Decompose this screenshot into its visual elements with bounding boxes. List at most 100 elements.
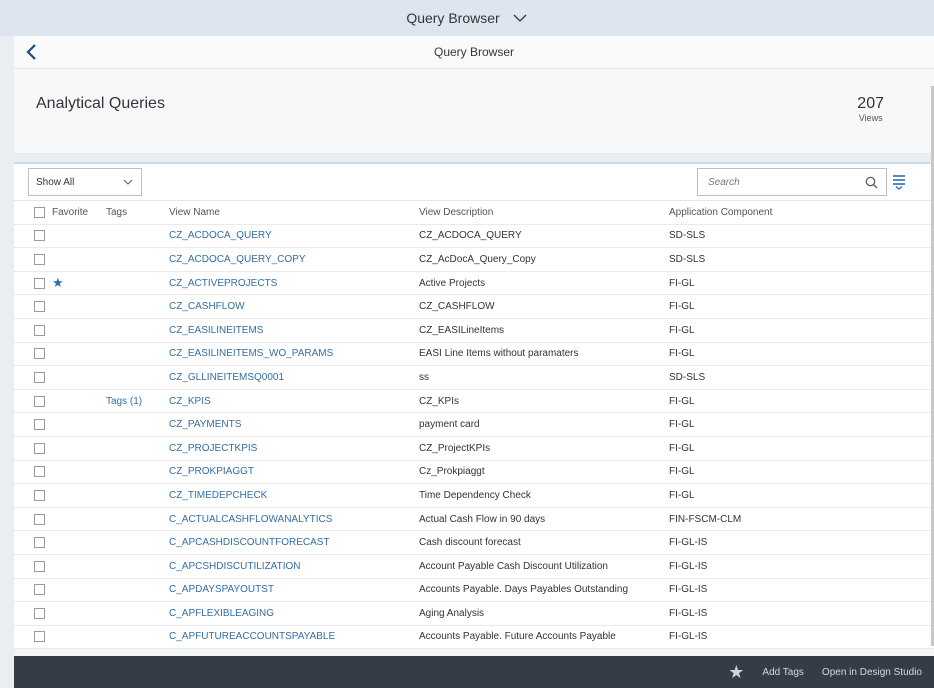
table-row[interactable]: ★ CZ_ACTIVEPROJECTS Active Projects FI-GL	[14, 272, 934, 296]
app-container: Query Browser Analytical Queries 207 Vie…	[14, 36, 934, 656]
chevron-down-icon	[513, 14, 527, 22]
favorite-star-icon[interactable]: ★	[52, 275, 64, 291]
row-application-component: FI-GL	[669, 324, 695, 336]
table-row[interactable]: CZ_EASILINEITEMS_WO_PARAMS EASI Line Item…	[14, 343, 934, 367]
open-in-design-studio-button[interactable]: Open in Design Studio	[822, 667, 922, 678]
table-row[interactable]: CZ_PAYMENTS payment card FI-GL	[14, 413, 934, 437]
row-tags-link[interactable]: Tags (1)	[106, 390, 142, 413]
table-row[interactable]: C_APCASHDISCOUNTFORECAST Cash discount fo…	[14, 531, 934, 555]
row-view-name-link[interactable]: C_APFUTUREACCOUNTSPAYABLE	[169, 626, 335, 649]
row-view-name-link[interactable]: CZ_ACDOCA_QUERY	[169, 225, 272, 248]
table-row[interactable]: CZ_PROKPIAGGT Cz_Prokpiaggt FI-GL	[14, 461, 934, 485]
row-view-name-link[interactable]: C_APFLEXIBLEAGING	[169, 602, 274, 625]
table-row[interactable]: C_APFLEXIBLEAGING Aging Analysis FI-GL-IS	[14, 602, 934, 626]
row-checkbox[interactable]	[34, 466, 45, 478]
row-checkbox[interactable]	[34, 513, 45, 525]
column-header-view-description[interactable]: View Description	[419, 201, 493, 224]
row-application-component: FI-GL-IS	[669, 631, 708, 643]
table-row[interactable]: CZ_EASILINEITEMS CZ_EASILineItems FI-GL	[14, 319, 934, 343]
table-row[interactable]: C_ACTUALCASHFLOWANALYTICS Actual Cash Flo…	[14, 508, 934, 532]
filter-select-value: Show All	[36, 176, 75, 188]
table-row[interactable]: Tags (1) CZ_KPIS CZ_KPIs FI-GL	[14, 390, 934, 414]
row-view-name-link[interactable]: CZ_EASILINEITEMS	[169, 319, 263, 342]
table-row[interactable]: C_APDAYSPAYOUTST Accounts Payable. Days P…	[14, 579, 934, 603]
row-checkbox[interactable]	[34, 607, 45, 619]
filter-select[interactable]: Show All	[28, 168, 142, 196]
table-row[interactable]: C_APFUTUREACCOUNTSPAYABLE Accounts Payabl…	[14, 626, 934, 650]
row-view-name-link[interactable]: C_APDAYSPAYOUTST	[169, 579, 274, 602]
row-application-component: FI-GL-IS	[669, 584, 708, 596]
row-checkbox[interactable]	[34, 489, 45, 501]
row-view-description: CZ_CASHFLOW	[419, 301, 495, 313]
row-checkbox-cell	[34, 484, 45, 507]
object-title: Analytical Queries	[36, 95, 165, 112]
table-row[interactable]: CZ_TIMEDEPCHECK Time Dependency Check FI-G…	[14, 484, 934, 508]
row-view-name-link[interactable]: CZ_TIMEDEPCHECK	[169, 484, 267, 507]
select-all-checkbox[interactable]	[34, 206, 45, 218]
header-divider	[14, 154, 934, 164]
row-view-name-link[interactable]: C_APCSHDISCUTILIZATION	[169, 555, 301, 578]
table-row[interactable]: CZ_GLLINEITEMSQ0001 ss SD-SLS	[14, 366, 934, 390]
row-view-name-link[interactable]: CZ_ACTIVEPROJECTS	[169, 272, 277, 295]
row-view-name-link[interactable]: CZ_CASHFLOW	[169, 295, 245, 318]
star-icon[interactable]: ★	[728, 662, 744, 683]
row-application-component: SD-SLS	[669, 371, 706, 383]
row-checkbox-cell	[34, 437, 45, 460]
table-row[interactable]: C_APCSHDISCUTILIZATION Account Payable Ca…	[14, 555, 934, 579]
row-checkbox[interactable]	[34, 395, 45, 407]
row-checkbox[interactable]	[34, 537, 45, 549]
row-checkbox[interactable]	[34, 560, 45, 572]
column-header-view-name[interactable]: View Name	[169, 201, 220, 224]
row-checkbox[interactable]	[34, 230, 45, 242]
column-header-tags[interactable]: Tags	[106, 201, 127, 224]
row-application-component: FI-GL	[669, 466, 695, 478]
row-checkbox[interactable]	[34, 348, 45, 360]
row-checkbox-cell	[34, 319, 45, 342]
table-row[interactable]: CZ_PROJECTKPIS CZ_ProjectKPIs FI-GL	[14, 437, 934, 461]
search-field[interactable]	[697, 168, 887, 196]
table-row[interactable]: CZ_CASHFLOW CZ_CASHFLOW FI-GL	[14, 295, 934, 319]
search-input[interactable]	[698, 176, 848, 188]
table-row[interactable]: CZ_ACDOCA_QUERY_COPY CZ_AcDocA_Query_Copy…	[14, 248, 934, 272]
add-tags-button[interactable]: Add Tags	[762, 667, 804, 678]
queries-table: Favorite Tags View Name View Description…	[14, 201, 934, 650]
row-checkbox[interactable]	[34, 631, 45, 643]
row-view-name-link[interactable]: CZ_KPIS	[169, 390, 211, 413]
row-view-name-link[interactable]: CZ_PAYMENTS	[169, 413, 241, 436]
row-checkbox[interactable]	[34, 277, 45, 289]
row-application-component: FI-GL-IS	[669, 537, 708, 549]
table-settings-icon[interactable]	[892, 174, 906, 190]
column-header-application-component[interactable]: Application Component	[669, 201, 772, 224]
row-view-name-link[interactable]: CZ_GLLINEITEMSQ0001	[169, 366, 284, 389]
back-icon[interactable]	[22, 42, 42, 62]
app-title-menu[interactable]: Query Browser	[406, 10, 527, 26]
row-checkbox[interactable]	[34, 371, 45, 383]
row-view-description: Cash discount forecast	[419, 537, 521, 549]
row-checkbox[interactable]	[34, 324, 45, 336]
row-checkbox-cell	[34, 626, 45, 649]
row-view-name-link[interactable]: CZ_PROKPIAGGT	[169, 461, 254, 484]
search-icon[interactable]	[865, 176, 878, 189]
page-title: Query Browser	[433, 45, 515, 59]
row-application-component: FI-GL	[669, 419, 695, 431]
row-checkbox[interactable]	[34, 253, 45, 265]
row-checkbox-cell	[34, 508, 45, 531]
row-view-name-link[interactable]: C_APCASHDISCOUNTFORECAST	[169, 531, 330, 554]
row-checkbox[interactable]	[34, 301, 45, 313]
row-view-name-link[interactable]: CZ_EASILINEITEMS_WO_PARAMS	[169, 343, 333, 366]
row-view-description: Accounts Payable. Days Payables Outstand…	[419, 584, 629, 596]
table-row[interactable]: CZ_ACDOCA_QUERY CZ_ACDOCA_QUERY SD-SLS	[14, 225, 934, 249]
row-checkbox[interactable]	[34, 584, 45, 596]
column-header-favorite[interactable]: Favorite	[52, 201, 88, 224]
row-view-name-link[interactable]: CZ_ACDOCA_QUERY_COPY	[169, 248, 306, 271]
row-view-description: CZ_EASILineItems	[419, 324, 505, 336]
row-view-description: Accounts Payable. Future Accounts Payabl…	[419, 631, 616, 643]
row-view-name-link[interactable]: C_ACTUALCASHFLOWANALYTICS	[169, 508, 332, 531]
row-application-component: FI-GL	[669, 489, 695, 501]
select-all-cell	[34, 201, 45, 224]
row-checkbox[interactable]	[34, 419, 45, 431]
row-checkbox[interactable]	[34, 442, 45, 454]
row-application-component: FI-GL	[669, 348, 695, 360]
row-view-name-link[interactable]: CZ_PROJECTKPIS	[169, 437, 257, 460]
nav-bar: Query Browser	[14, 36, 934, 69]
